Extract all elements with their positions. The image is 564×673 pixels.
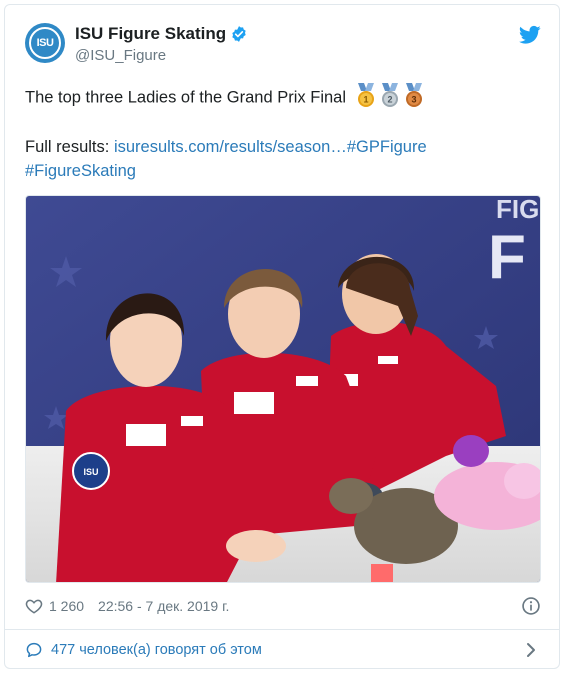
- avatar-text: ISU: [36, 37, 54, 49]
- speech-bubble-icon: [26, 642, 42, 658]
- tweet-line-hashtag: #FigureSkating: [25, 159, 545, 183]
- tweet-line-1: The top three Ladies of the Grand Prix F…: [25, 83, 545, 111]
- display-name[interactable]: ISU Figure Skating: [75, 24, 226, 44]
- info-icon[interactable]: [521, 596, 541, 616]
- tweet-header: ISU ISU Figure Skating @ISU_Figure: [5, 5, 559, 77]
- avatar[interactable]: ISU: [25, 23, 65, 63]
- handle[interactable]: @ISU_Figure: [75, 47, 166, 64]
- backdrop-text-large: F: [488, 223, 526, 292]
- results-link[interactable]: isuresults.com/results/season…: [114, 138, 347, 156]
- verified-badge-icon: [232, 26, 246, 42]
- timestamp[interactable]: 22:56 - 7 дек. 2019 г.: [98, 598, 229, 614]
- tweet-text: The top three Ladies of the Grand Prix F…: [25, 83, 545, 183]
- tweet-caption: The top three Ladies of the Grand Prix F…: [25, 88, 347, 107]
- photo-badge-text: ISU: [83, 467, 98, 477]
- name-row: ISU Figure Skating: [75, 24, 248, 44]
- backdrop-text: FIG: [496, 196, 539, 224]
- conversation-footer[interactable]: 477 человек(а) говорят об этом: [5, 630, 559, 668]
- hashtag-gpfigure[interactable]: #GPFigure: [347, 138, 427, 156]
- tweet-line-results: Full results: isuresults.com/results/sea…: [25, 135, 545, 159]
- skaters-photo-image: FIG F ISU: [26, 196, 540, 582]
- like-count[interactable]: 1 260: [49, 598, 84, 614]
- gold-medal-icon: 1: [357, 83, 374, 107]
- silver-medal-icon: 2: [381, 83, 398, 107]
- hashtag-figureskating[interactable]: #FigureSkating: [25, 162, 136, 180]
- chevron-right-icon: [527, 643, 535, 657]
- results-prefix: Full results:: [25, 138, 114, 156]
- avatar-logo: ISU: [29, 27, 61, 59]
- tweet-photo[interactable]: FIG F ISU: [25, 195, 541, 583]
- svg-text:3: 3: [411, 95, 416, 105]
- svg-text:1: 1: [363, 95, 368, 105]
- tweet-card: ISU ISU Figure Skating @ISU_Figure The t…: [4, 4, 560, 669]
- medal-emojis: 1 2 3: [355, 83, 425, 109]
- heart-icon[interactable]: [25, 597, 43, 615]
- bronze-medal-icon: 3: [405, 83, 422, 107]
- conversation-label: 477 человек(а) говорят об этом: [51, 642, 262, 658]
- svg-text:2: 2: [387, 95, 392, 105]
- tweet-meta: 1 260 22:56 - 7 дек. 2019 г.: [25, 593, 541, 619]
- twitter-bird-icon[interactable]: [519, 25, 541, 45]
